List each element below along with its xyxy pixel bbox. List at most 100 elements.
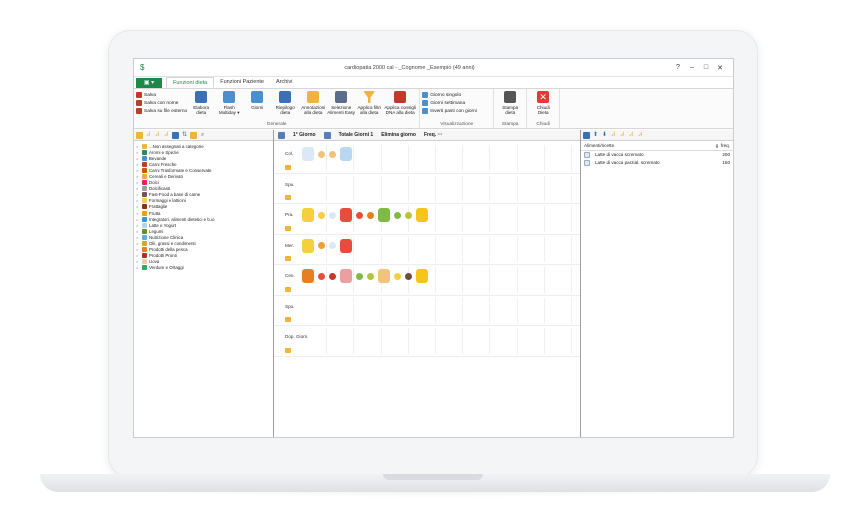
- expand-arrow-icon[interactable]: >: [136, 144, 140, 149]
- meal-slot[interactable]: [354, 297, 382, 323]
- tab-funzioni-dieta[interactable]: Funzioni dieta: [166, 77, 215, 88]
- meal-slot[interactable]: [463, 236, 491, 262]
- food-item-icon[interactable]: [416, 269, 428, 283]
- meal-slot[interactable]: [327, 297, 355, 323]
- filter-add-icon[interactable]: Ꮧ: [637, 132, 644, 139]
- expand-arrow-icon[interactable]: >: [136, 223, 140, 228]
- food-item-icon[interactable]: [302, 208, 314, 222]
- filter-yellow-2-icon[interactable]: Ꮧ: [154, 132, 161, 139]
- folder-icon[interactable]: [136, 131, 143, 139]
- meal-slot-grid[interactable]: [300, 328, 572, 354]
- meal-slot[interactable]: [545, 145, 572, 171]
- meal-slot[interactable]: [409, 297, 436, 323]
- food-item-icon[interactable]: [329, 150, 336, 158]
- meal-slot[interactable]: [490, 267, 518, 293]
- meal-slot[interactable]: [518, 267, 545, 293]
- meal-slot[interactable]: [354, 236, 382, 262]
- food-item-icon[interactable]: [340, 238, 352, 253]
- meal-slot[interactable]: [545, 206, 572, 232]
- sort-icon[interactable]: ⇅: [181, 132, 188, 139]
- expand-arrow-icon[interactable]: >: [136, 247, 140, 252]
- meal-slot[interactable]: [463, 328, 491, 354]
- food-item-icon[interactable]: [318, 272, 325, 280]
- camera-icon[interactable]: [172, 131, 179, 139]
- tab-funzioni-paziente[interactable]: Funzioni Paziente: [214, 77, 270, 88]
- expand-arrow-icon[interactable]: >: [136, 241, 140, 246]
- meal-slot[interactable]: [490, 206, 518, 232]
- expand-arrow-icon[interactable]: >: [136, 259, 140, 264]
- meal-slot[interactable]: [518, 236, 545, 262]
- filter-yellow-icon[interactable]: Ꮧ: [145, 132, 152, 139]
- expand-arrow-icon[interactable]: >: [136, 150, 140, 155]
- tab-archivi[interactable]: Archivi: [270, 77, 299, 88]
- expand-arrow-icon[interactable]: >: [136, 229, 140, 234]
- filter-yellow-3-icon[interactable]: Ꮧ: [163, 132, 170, 139]
- food-item-icon[interactable]: [318, 211, 325, 219]
- food-item-icon[interactable]: [394, 211, 401, 219]
- meal-slot[interactable]: [300, 328, 328, 354]
- meal-slot[interactable]: [490, 328, 518, 354]
- meal-slot[interactable]: [436, 267, 464, 293]
- search-icon[interactable]: ⌕: [199, 132, 206, 139]
- meal-slot[interactable]: [382, 145, 409, 171]
- meal-slot[interactable]: [436, 328, 464, 354]
- expand-arrow-icon[interactable]: >: [136, 156, 140, 161]
- food-item-icon[interactable]: [318, 150, 325, 158]
- annotazioni-button[interactable]: Annotazioni alla dieta: [299, 90, 327, 115]
- save-as-button[interactable]: Salva con nome: [136, 100, 187, 106]
- meal-slot[interactable]: [409, 145, 436, 171]
- meal-slot[interactable]: [545, 236, 572, 262]
- save-external-button[interactable]: Salva su file esterno: [136, 108, 187, 114]
- expand-arrow-icon[interactable]: >: [136, 211, 140, 216]
- food-item-icon[interactable]: [367, 272, 374, 280]
- meal-slot[interactable]: [490, 236, 518, 262]
- food-item-icon[interactable]: [378, 269, 390, 283]
- meal-slot[interactable]: [545, 175, 572, 201]
- food-item-icon[interactable]: [302, 269, 314, 283]
- meal-slot[interactable]: [382, 328, 409, 354]
- filter-plus-icon[interactable]: Ꮧ: [619, 132, 626, 139]
- giorno-singolo-button[interactable]: Giorno singolo: [422, 92, 477, 98]
- meal-slot[interactable]: [518, 328, 545, 354]
- expand-arrow-icon[interactable]: >: [136, 198, 140, 203]
- meal-slot[interactable]: [300, 175, 328, 201]
- meal-slot-grid[interactable]: [300, 175, 572, 201]
- food-item-icon[interactable]: [329, 272, 336, 280]
- selezione-alimenti-button[interactable]: Selezione Alimenti Easy: [327, 90, 355, 115]
- close-window-button[interactable]: ✕: [713, 64, 727, 72]
- meal-slot[interactable]: [327, 175, 355, 201]
- food-item-icon[interactable]: [367, 211, 374, 219]
- filter-minus-icon[interactable]: Ꮧ: [610, 132, 617, 139]
- calendar-day-icon[interactable]: [278, 131, 285, 139]
- meal-slot[interactable]: [382, 175, 409, 201]
- expand-arrow-icon[interactable]: >: [136, 174, 140, 179]
- minimize-button[interactable]: –: [685, 64, 699, 71]
- expand-arrow-icon[interactable]: >: [136, 180, 140, 185]
- expand-arrow-icon[interactable]: >: [136, 186, 140, 191]
- inverti-pasti-button[interactable]: Inverti pasti con giorni: [422, 108, 477, 114]
- meal-slot-grid[interactable]: [300, 297, 572, 323]
- food-item-icon[interactable]: [356, 211, 363, 219]
- meal-slot[interactable]: [463, 175, 491, 201]
- add-food-icon[interactable]: [285, 286, 291, 292]
- expand-arrow-icon[interactable]: >: [136, 192, 140, 197]
- giorni-button[interactable]: Giorni: [243, 90, 271, 110]
- add-food-icon[interactable]: [285, 195, 291, 200]
- meal-slot[interactable]: [518, 175, 545, 201]
- meal-slot[interactable]: [545, 328, 572, 354]
- riepilogo-dieta-button[interactable]: Riepilogo dieta: [271, 90, 299, 115]
- flash-multiday-button[interactable]: Flash Multiday ▾: [215, 90, 243, 115]
- arrow-up-icon[interactable]: ⬆: [592, 132, 599, 139]
- delete-day-button[interactable]: Elimina giorno: [381, 132, 416, 138]
- meal-slot[interactable]: [463, 297, 491, 323]
- grid-icon[interactable]: [190, 131, 197, 139]
- food-item-icon[interactable]: [340, 208, 352, 222]
- applica-filtri-button[interactable]: Applica filtri alla dieta: [355, 90, 383, 115]
- meal-slot[interactable]: [518, 206, 545, 232]
- stampa-dieta-button[interactable]: Stampa dieta: [496, 90, 524, 115]
- meal-slot[interactable]: [436, 236, 464, 262]
- meal-slot[interactable]: [490, 297, 518, 323]
- meal-slot[interactable]: [490, 175, 518, 201]
- expand-arrow-icon[interactable]: >: [136, 235, 140, 240]
- save-button[interactable]: Salva: [136, 92, 187, 98]
